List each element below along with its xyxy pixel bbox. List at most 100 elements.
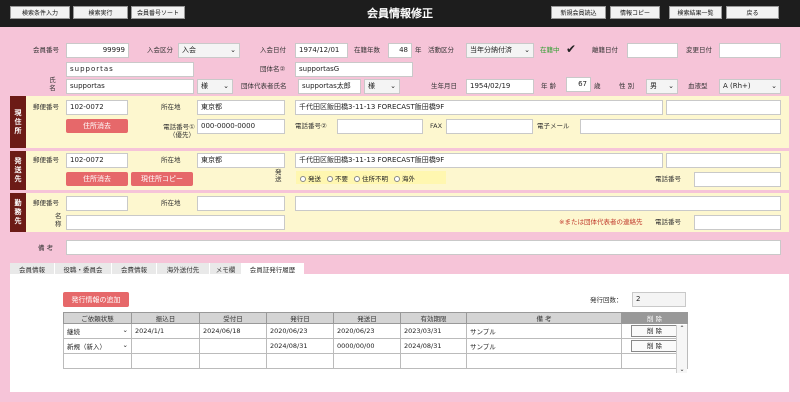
join-date-label: 入会日付 <box>260 46 286 54</box>
tab-overseas[interactable]: 海外送付先 <box>157 263 210 274</box>
home-zip-field[interactable]: 102-0072 <box>66 100 128 115</box>
tab-roles[interactable]: 役職・委員会 <box>55 263 112 274</box>
row-paid[interactable] <box>131 338 200 354</box>
row-issued[interactable]: 2024/08/31 <box>266 338 334 354</box>
org-name-field[interactable]: supportasG <box>295 62 413 77</box>
age-field[interactable]: 67 <box>566 77 591 92</box>
withdraw-date-field[interactable] <box>627 43 678 58</box>
tab-memo[interactable]: メモ欄 <box>210 263 242 274</box>
sort-button[interactable]: 会員番号ソート <box>131 6 185 19</box>
radio-none[interactable]: 不要 <box>327 173 348 183</box>
work-tel-label: 電話番号 <box>655 218 681 226</box>
birth-label: 生年月日 <box>431 82 457 90</box>
ship-address-extra-field[interactable] <box>666 153 781 168</box>
row-sent[interactable]: 0000/00/00 <box>333 338 401 354</box>
work-name-field[interactable] <box>66 215 285 230</box>
furigana-field[interactable]: supportas <box>66 62 194 77</box>
add-issue-button[interactable]: 発行情報の追加 <box>63 292 129 307</box>
row-note[interactable]: サンプル <box>466 338 622 354</box>
work-address-field[interactable] <box>295 196 781 211</box>
home-address-extra-field[interactable] <box>666 100 781 115</box>
join-date-field[interactable]: 1974/12/01 <box>295 43 348 58</box>
ship-tel-field[interactable] <box>694 172 781 187</box>
chevron-down-icon: ⌄ <box>230 46 236 54</box>
join-category-select[interactable]: 入会 ⌄ <box>178 43 240 58</box>
home-city-field[interactable]: 東京都 <box>197 100 285 115</box>
back-button[interactable]: 戻る <box>726 6 779 19</box>
home-email-field[interactable] <box>580 119 781 134</box>
row-sent[interactable]: 2020/06/23 <box>333 323 401 339</box>
chevron-down-icon: ⌄ <box>122 326 128 334</box>
remarks-label: 備 考 <box>38 244 54 252</box>
row-issued[interactable]: 2020/06/23 <box>266 323 334 339</box>
row-note[interactable]: サンプル <box>466 323 622 339</box>
name-field[interactable]: supportas <box>66 79 194 94</box>
col-received: 受付日 <box>199 312 267 324</box>
tab-fees[interactable]: 会費情報 <box>112 263 157 274</box>
join-category-label: 入会区分 <box>147 46 173 54</box>
work-city-field[interactable] <box>197 196 285 211</box>
remarks-field[interactable] <box>66 240 781 255</box>
ship-clear-address-button[interactable]: 住所消去 <box>66 172 128 186</box>
copy-info-button[interactable]: 情報コピー <box>610 6 660 19</box>
home-tel1-label: 電話番号①（優先） <box>163 123 195 139</box>
rep-name-field[interactable]: supportas太郎 <box>298 79 361 94</box>
chevron-down-icon: ⌄ <box>223 82 229 90</box>
issue-count-field[interactable]: 2 <box>632 292 686 307</box>
search-input-button[interactable]: 検索条件入力 <box>10 6 70 19</box>
home-address-field[interactable]: 千代田区飯田橋3-11-13 FORECAST飯田橋9F <box>295 100 663 115</box>
row-received[interactable]: 2024/06/18 <box>199 323 267 339</box>
chevron-down-icon: ⌄ <box>390 82 396 90</box>
home-tel2-field[interactable] <box>337 119 423 134</box>
tab-member-info[interactable]: 会員情報 <box>10 263 55 274</box>
years-unit: 年 <box>415 46 422 54</box>
rep-honorific-select[interactable]: 様 ⌄ <box>364 79 400 94</box>
tab-card-history[interactable]: 会員証発行履歴 <box>242 263 304 274</box>
chevron-down-icon: ⌄ <box>122 341 128 349</box>
row-expiry[interactable]: 2023/03/31 <box>400 323 467 339</box>
home-clear-address-button[interactable]: 住所消去 <box>66 119 128 133</box>
name-label: 氏名 <box>49 76 56 92</box>
scroll-down-icon[interactable]: ⌄ <box>677 366 687 373</box>
status-check-icon[interactable]: ✔ <box>566 42 576 56</box>
col-note: 備 考 <box>466 312 622 324</box>
years-field[interactable]: 48 <box>388 43 412 58</box>
col-sent: 発送日 <box>333 312 401 324</box>
radio-ship[interactable]: 発送 <box>300 173 321 183</box>
copy-home-address-button[interactable]: 現住所コピー <box>131 172 193 186</box>
row-paid[interactable]: 2024/1/1 <box>131 323 200 339</box>
change-date-field[interactable] <box>719 43 781 58</box>
table-scrollbar[interactable]: ⌃ ⌄ <box>676 325 687 373</box>
ship-city-field[interactable]: 東京都 <box>197 153 285 168</box>
search-exec-button[interactable]: 検索実行 <box>73 6 128 19</box>
home-fax-field[interactable] <box>446 119 533 134</box>
results-list-button[interactable]: 検索結果一覧 <box>669 6 722 19</box>
table-row: 新規（新入） ⌄ 2024/08/31 0000/00/00 2024/08/31… <box>63 338 688 354</box>
delete-button[interactable]: 削 除 <box>630 340 679 352</box>
work-tel-field[interactable] <box>694 215 781 230</box>
issue-count-label: 発行回数： <box>590 296 623 304</box>
delete-button[interactable]: 削 除 <box>630 325 679 337</box>
row-status-select[interactable]: 継続 ⌄ <box>63 323 132 339</box>
row-received[interactable] <box>199 338 267 354</box>
ship-address-field[interactable]: 千代田区飯田橋3-11-13 FORECAST飯田橋9F <box>295 153 663 168</box>
col-status: ご依頼状態 <box>63 312 132 324</box>
sex-select[interactable]: 男 ⌄ <box>646 79 678 94</box>
row-expiry[interactable]: 2024/08/31 <box>400 338 467 354</box>
birth-field[interactable]: 1954/02/19 <box>466 79 534 94</box>
col-paid: 振込日 <box>131 312 200 324</box>
activity-select[interactable]: 当年分納付済 ⌄ <box>466 43 534 58</box>
scroll-up-icon[interactable]: ⌃ <box>677 325 687 332</box>
ship-zip-field[interactable]: 102-0072 <box>66 153 128 168</box>
status-label: 在籍中 <box>540 46 560 54</box>
radio-unknown[interactable]: 住所不明 <box>354 173 388 183</box>
honorific-select[interactable]: 様 ⌄ <box>197 79 233 94</box>
member-no-field[interactable]: 99999 <box>66 43 129 58</box>
home-fax-label: FAX <box>430 122 443 130</box>
row-status-select[interactable]: 新規（新入） ⌄ <box>63 338 132 354</box>
work-zip-field[interactable] <box>66 196 128 211</box>
blood-select[interactable]: A (Rh+) ⌄ <box>719 79 781 94</box>
new-load-button[interactable]: 新規会員読込 <box>551 6 606 19</box>
radio-overseas[interactable]: 海外 <box>394 173 415 183</box>
home-tel1-field[interactable]: 000-0000-0000 <box>197 119 285 134</box>
